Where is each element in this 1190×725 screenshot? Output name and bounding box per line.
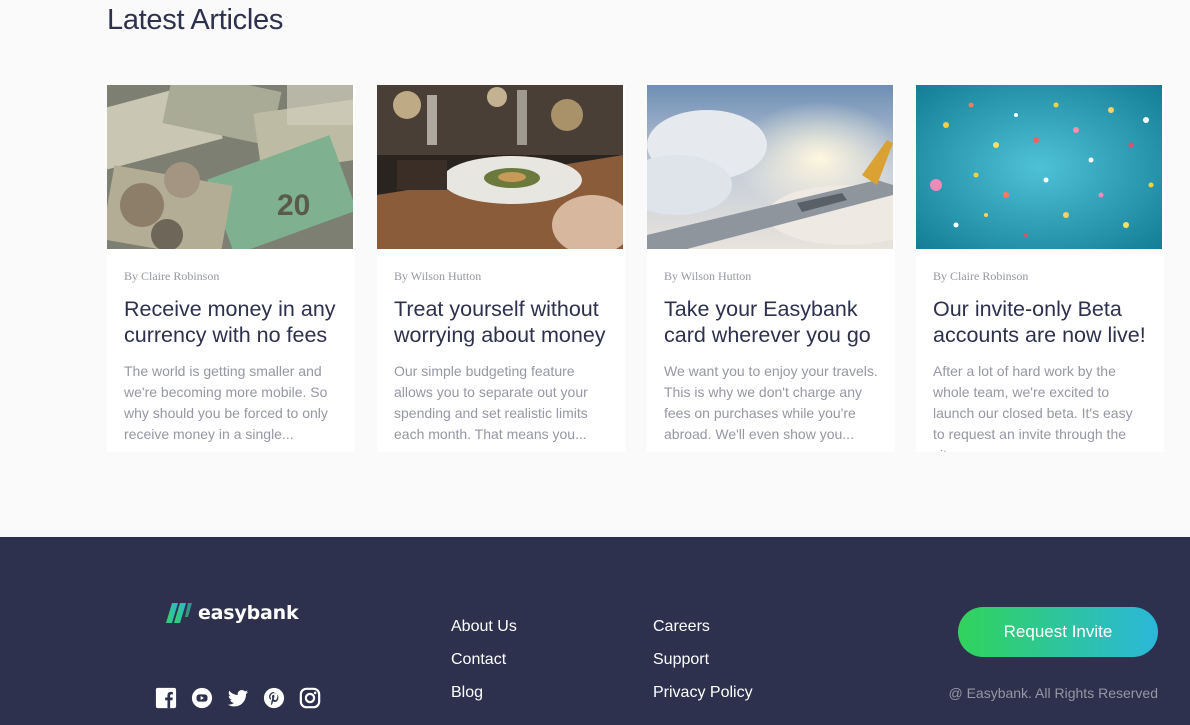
footer: easybank About Us Contact Blog Careers S…: [0, 537, 1190, 725]
article-author: By Claire Robinson: [124, 269, 220, 283]
article-card[interactable]: 20 By Claire Robinson Receive money in a…: [107, 85, 355, 452]
footer-link-privacy-policy[interactable]: Privacy Policy: [653, 684, 753, 702]
article-title[interactable]: Take your Easybank card wherever you go: [664, 296, 878, 348]
youtube-icon[interactable]: [191, 687, 213, 709]
facebook-icon[interactable]: [155, 687, 177, 709]
article-card[interactable]: By Claire Robinson Our invite-only Beta …: [916, 85, 1164, 452]
social-links: [155, 687, 321, 709]
copyright-text: @ Easybank. All Rights Reserved: [948, 685, 1158, 701]
svg-text:20: 20: [277, 189, 310, 222]
article-excerpt: We want you to enjoy your travels. This …: [664, 363, 878, 442]
twitter-icon[interactable]: [227, 687, 249, 709]
footer-logo[interactable]: easybank: [166, 602, 299, 624]
article-card[interactable]: By Wilson Hutton Take your Easybank card…: [647, 85, 895, 452]
article-excerpt: Our simple budgeting feature allows you …: [394, 363, 588, 442]
article-image-confetti: [916, 85, 1162, 249]
article-author: By Claire Robinson: [933, 269, 1029, 283]
article-image-currency: 20: [107, 85, 353, 249]
footer-link-careers[interactable]: Careers: [653, 618, 710, 636]
footer-link-contact[interactable]: Contact: [451, 651, 506, 669]
article-card[interactable]: By Wilson Hutton Treat yourself without …: [377, 85, 625, 452]
logo-text: easybank: [198, 602, 299, 624]
footer-link-about-us[interactable]: About Us: [451, 618, 517, 636]
pinterest-icon[interactable]: [263, 687, 285, 709]
article-title[interactable]: Our invite-only Beta accounts are now li…: [933, 296, 1147, 348]
request-invite-button[interactable]: Request Invite: [958, 607, 1158, 657]
section-title: Latest Articles: [107, 4, 284, 36]
article-author: By Wilson Hutton: [664, 269, 752, 283]
article-image-restaurant: [377, 85, 623, 249]
article-author: By Wilson Hutton: [394, 269, 482, 283]
article-title[interactable]: Treat yourself without worrying about mo…: [394, 296, 608, 348]
article-image-plane: [647, 85, 893, 249]
footer-link-support[interactable]: Support: [653, 651, 709, 669]
article-excerpt: After a lot of hard work by the whole te…: [933, 363, 1133, 452]
footer-link-blog[interactable]: Blog: [451, 684, 483, 702]
logo-mark-icon: [166, 603, 192, 623]
article-excerpt: The world is getting smaller and we're b…: [124, 363, 328, 442]
latest-articles-section: Latest Articles 20 By Claire Robinson Re…: [0, 0, 1190, 537]
instagram-icon[interactable]: [299, 687, 321, 709]
article-title[interactable]: Receive money in any currency with no fe…: [124, 296, 338, 348]
